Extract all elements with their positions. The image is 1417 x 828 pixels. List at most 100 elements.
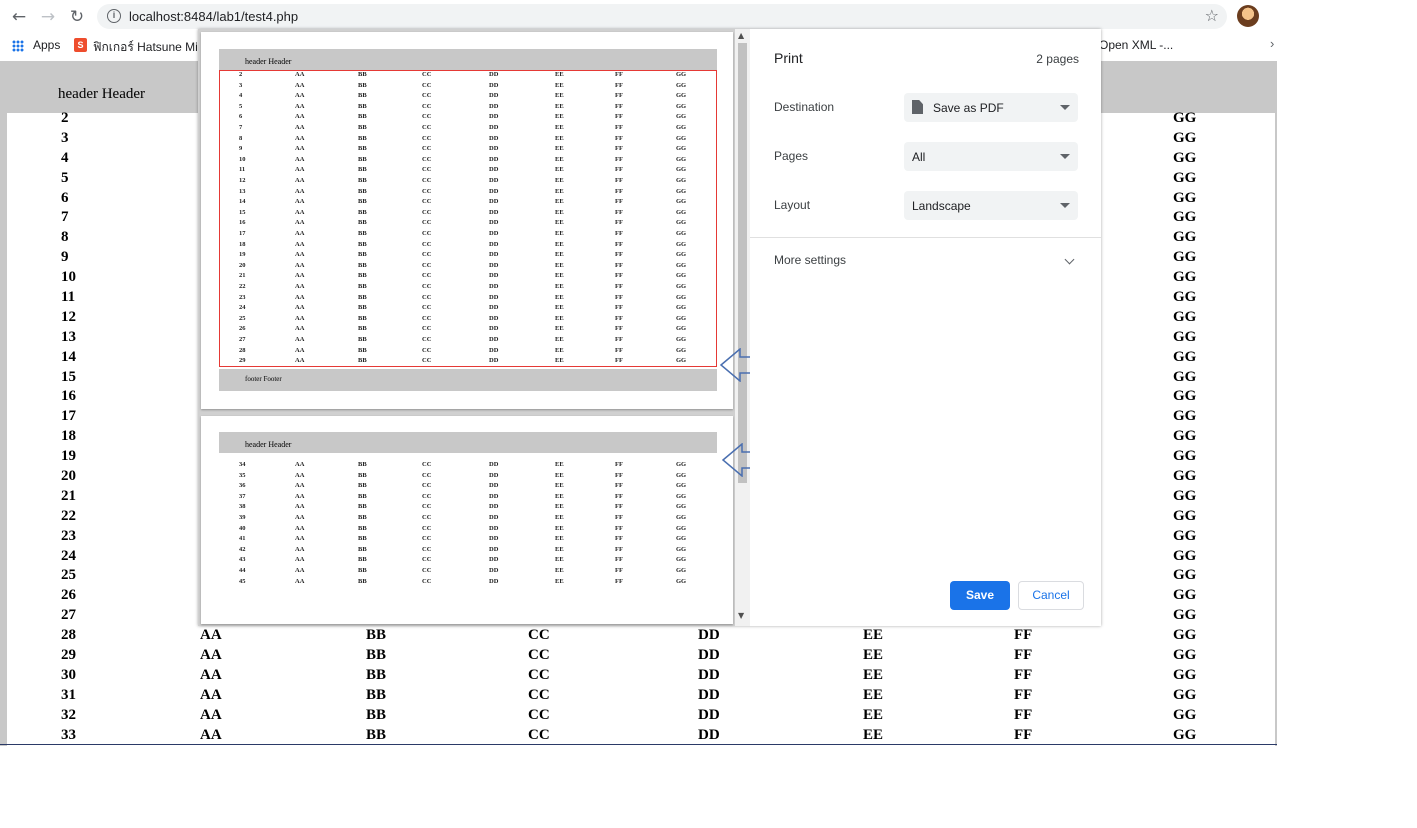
divider xyxy=(750,237,1101,238)
preview-cell: BB xyxy=(358,461,367,468)
preview-cell: GG xyxy=(676,567,687,574)
preview-cell: CC xyxy=(422,503,432,511)
destination-select[interactable]: Save as PDF xyxy=(904,93,1078,122)
table-cell: 5 xyxy=(61,169,69,186)
preview-cell: FF xyxy=(615,471,623,479)
forward-icon[interactable]: → xyxy=(36,5,60,29)
bookmark-hatsune[interactable]: ฟิกเกอร์ Hatsune Mi... xyxy=(93,38,208,57)
table-cell: CC xyxy=(528,627,550,644)
table-cell: FF xyxy=(1014,666,1033,683)
more-settings-toggle[interactable]: More settings xyxy=(774,253,846,267)
preview-row: 35 AA BB CC DD EE FF GG xyxy=(201,472,733,482)
table-cell: 19 xyxy=(61,448,76,465)
preview-cell: GG xyxy=(676,535,687,543)
address-bar[interactable]: i localhost:8484/lab1/test4.php ☆ xyxy=(97,4,1227,29)
preview-cell: EE xyxy=(555,471,564,479)
preview-cell: EE xyxy=(555,535,564,543)
preview-cell: AA xyxy=(295,567,305,574)
table-row: 29 AA BB CC DD EE FF GG xyxy=(0,646,1277,666)
table-cell: 20 xyxy=(61,468,76,485)
preview-page-header: header Header xyxy=(219,49,717,70)
preview-cell: CC xyxy=(422,482,432,490)
preview-cell: BB xyxy=(358,524,367,532)
table-cell: GG xyxy=(1173,706,1197,723)
preview-footer-text: footer Footer xyxy=(245,375,282,383)
table-cell: CC xyxy=(528,647,550,664)
dropdown-caret-icon xyxy=(1060,203,1070,208)
apps-grid-icon[interactable] xyxy=(12,40,24,52)
table-cell: GG xyxy=(1173,129,1197,146)
preview-cell: FF xyxy=(615,545,623,553)
scroll-thumb[interactable] xyxy=(738,43,747,483)
table-cell: BB xyxy=(366,666,387,683)
bookmarks-overflow-icon[interactable]: › xyxy=(1270,36,1274,51)
bookmark-apps[interactable]: Apps xyxy=(33,38,60,52)
preview-cell: AA xyxy=(295,545,305,553)
preview-cell: CC xyxy=(422,492,432,500)
pages-select[interactable]: All xyxy=(904,142,1078,171)
chevron-down-icon[interactable] xyxy=(1064,254,1075,265)
scroll-down-icon[interactable]: ▼ xyxy=(738,611,744,620)
back-icon[interactable]: ← xyxy=(7,5,31,29)
layout-select[interactable]: Landscape xyxy=(904,191,1078,220)
table-cell: GG xyxy=(1173,249,1197,266)
preview-cell: 39 xyxy=(239,514,246,521)
layout-label: Layout xyxy=(774,198,811,212)
table-cell: EE xyxy=(863,627,884,644)
table-cell: GG xyxy=(1173,587,1197,604)
preview-row: 44 AA BB CC DD EE FF GG xyxy=(201,567,733,577)
preview-cell: 45 xyxy=(239,577,246,585)
dropdown-caret-icon xyxy=(1060,154,1070,159)
bookmark-open-xml[interactable]: Open XML -... xyxy=(1099,38,1173,52)
table-cell: GG xyxy=(1173,368,1197,385)
preview-cell: BB xyxy=(358,482,367,490)
page-count: 2 pages xyxy=(1036,52,1079,66)
preview-scrollbar[interactable]: ▲ ▼ xyxy=(735,29,750,626)
profile-avatar[interactable] xyxy=(1237,5,1259,27)
table-cell: GG xyxy=(1173,567,1197,584)
print-preview[interactable]: header Header 2 AA BB CC DD EE FF GG 3 AA BB CC DD EE… xyxy=(198,29,750,626)
preview-row: 45 AA BB CC DD EE FF GG xyxy=(201,578,733,588)
preview-cell: CC xyxy=(422,545,432,553)
pages-value: All xyxy=(912,150,926,164)
table-cell: FF xyxy=(1014,627,1033,644)
preview-page-header: header Header xyxy=(219,432,717,453)
scroll-up-icon[interactable]: ▲ xyxy=(738,31,744,40)
preview-cell: DD xyxy=(489,545,499,553)
preview-cell: FF xyxy=(615,492,623,500)
table-cell: GG xyxy=(1173,607,1197,624)
table-cell: CC xyxy=(528,666,550,683)
preview-row: 43 AA BB CC DD EE FF GG xyxy=(201,556,733,566)
preview-cell: AA xyxy=(295,461,305,468)
preview-page-footer: footer Footer xyxy=(219,369,717,391)
table-cell: FF xyxy=(1014,647,1033,664)
table-cell: GG xyxy=(1173,726,1197,743)
site-info-icon[interactable]: i xyxy=(107,9,121,23)
preview-cell: EE xyxy=(555,556,564,564)
save-button[interactable]: Save xyxy=(950,581,1010,610)
preview-cell: GG xyxy=(676,503,687,511)
bookmark-star-icon[interactable]: ☆ xyxy=(1205,6,1219,25)
table-cell: EE xyxy=(863,726,884,743)
reload-icon[interactable]: ↻ xyxy=(65,5,89,29)
cancel-button[interactable]: Cancel xyxy=(1018,581,1084,610)
preview-cell: 38 xyxy=(239,503,246,511)
highlight-box xyxy=(219,70,717,367)
preview-cell: 44 xyxy=(239,567,246,574)
table-cell: 17 xyxy=(61,408,76,425)
table-cell: DD xyxy=(698,627,720,644)
table-cell: BB xyxy=(366,706,387,723)
preview-cell: GG xyxy=(676,545,687,553)
preview-cell: 42 xyxy=(239,545,246,553)
url-text[interactable]: localhost:8484/lab1/test4.php xyxy=(129,9,298,24)
table-cell: 3 xyxy=(61,129,69,146)
table-cell: 14 xyxy=(61,348,76,365)
preview-row: 41 AA BB CC DD EE FF GG xyxy=(201,535,733,545)
preview-cell: AA xyxy=(295,524,305,532)
preview-cell: 37 xyxy=(239,492,246,500)
table-cell: GG xyxy=(1173,110,1197,126)
table-cell: 29 xyxy=(61,647,76,664)
table-cell: GG xyxy=(1173,229,1197,246)
table-cell: DD xyxy=(698,686,720,703)
preview-cell: AA xyxy=(295,556,305,564)
